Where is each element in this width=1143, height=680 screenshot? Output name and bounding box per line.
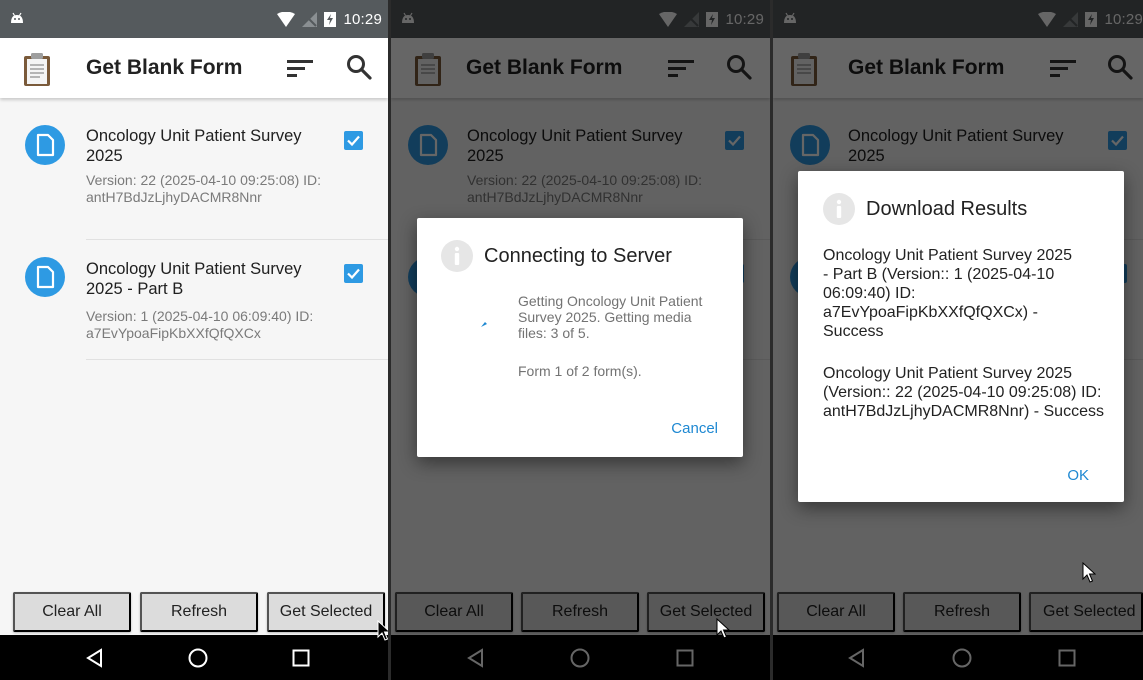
download-results-dialog: Download Results Oncology Unit Patient S… (798, 171, 1124, 502)
form-checkbox[interactable] (344, 131, 363, 150)
checkmark-icon (347, 135, 360, 147)
download-result-item: Oncology Unit Patient Survey 2025 (Versi… (823, 365, 1104, 420)
search-icon[interactable] (346, 54, 372, 80)
dialog-title: Connecting to Server (484, 245, 672, 267)
clear-all-button[interactable]: Clear All (13, 592, 131, 632)
android-notification-icon (11, 12, 23, 23)
refresh-button[interactable]: Refresh (140, 592, 258, 632)
action-buttons: Clear All Refresh Get Selected (0, 590, 388, 634)
dialog-message: Getting Oncology Unit Patient Survey 202… (518, 293, 703, 341)
form-title: Oncology Unit Patient Survey 2025 - Part… (86, 260, 302, 298)
divider (86, 359, 388, 360)
sort-icon[interactable] (287, 58, 313, 78)
form-meta: Version: 1 (2025-04-10 06:09:40) ID: a7E… (86, 308, 314, 341)
back-icon[interactable] (84, 647, 106, 669)
page-title: Get Blank Form (86, 56, 243, 79)
screen-download-results: 10:29 Get Blank Form Oncology Unit Patie… (773, 0, 1143, 680)
mouse-cursor-icon (377, 620, 388, 641)
clipboard-icon (24, 53, 50, 86)
recents-icon[interactable] (290, 647, 312, 669)
download-result-item: Oncology Unit Patient Survey 2025 - Part… (823, 247, 1073, 340)
form-checkbox[interactable] (344, 264, 363, 283)
dialog-title: Download Results (866, 198, 1028, 220)
screen-form-list: 10:29 Get Blank Form Oncology Unit Patie… (0, 0, 388, 680)
dialog-progress: Form 1 of 2 form(s). (518, 363, 642, 379)
checkmark-icon (347, 268, 360, 280)
list-item[interactable]: Oncology Unit Patient Survey 2025 - Part… (0, 240, 388, 360)
form-meta: Version: 22 (2025-04-10 09:25:08) ID: an… (86, 172, 322, 205)
wifi-icon (277, 11, 296, 27)
ok-button[interactable]: OK (1067, 467, 1089, 484)
get-selected-button[interactable]: Get Selected (267, 592, 385, 632)
mouse-cursor-icon (1082, 562, 1096, 583)
connecting-dialog: Connecting to Server Getting Oncology Un… (417, 218, 743, 457)
screen-connecting: 10:29 Get Blank Form Oncology Unit Patie… (391, 0, 770, 680)
list-item[interactable]: Oncology Unit Patient Survey 2025 Versio… (0, 98, 388, 240)
document-icon (25, 257, 65, 297)
loading-spinner (481, 322, 487, 327)
info-icon (441, 240, 473, 272)
battery-charging-icon (324, 12, 337, 27)
status-time: 10:29 (343, 10, 382, 28)
form-title: Oncology Unit Patient Survey 2025 (86, 127, 302, 165)
mouse-cursor-icon (716, 618, 730, 639)
info-icon (823, 193, 855, 225)
status-bar: 10:29 (0, 0, 388, 38)
document-icon (25, 125, 65, 165)
cancel-button[interactable]: Cancel (671, 420, 718, 437)
app-bar: Get Blank Form (0, 38, 388, 98)
home-icon[interactable] (187, 647, 209, 669)
no-signal-icon (302, 11, 318, 27)
form-list: Oncology Unit Patient Survey 2025 Versio… (0, 98, 388, 360)
navigation-bar (0, 635, 388, 680)
